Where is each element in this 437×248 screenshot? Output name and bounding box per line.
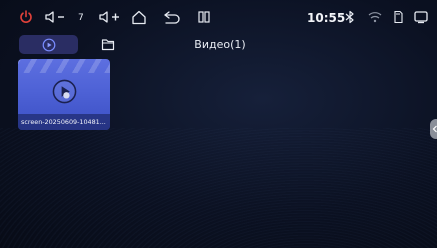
- screen: 7 10:55 Видео(1) screen-20250609-10481..…: [0, 0, 437, 248]
- chevron-left-icon: [432, 125, 437, 133]
- sd-card-icon: [393, 9, 403, 25]
- background-wave: [0, 128, 437, 248]
- volume-level: 7: [78, 13, 84, 23]
- page-title: Видео(1): [194, 38, 246, 51]
- volume-up-icon[interactable]: [98, 9, 122, 25]
- play-circle-icon: [42, 38, 55, 51]
- back-icon[interactable]: [163, 9, 181, 25]
- folder-icon: [101, 39, 115, 51]
- home-icon[interactable]: [131, 9, 147, 25]
- recent-apps-icon[interactable]: [197, 9, 211, 25]
- bluetooth-icon: [343, 9, 357, 25]
- wifi-icon: [368, 9, 382, 25]
- status-bar: 7 10:55: [0, 0, 437, 34]
- film-strip-decoration: [18, 59, 110, 73]
- tab-folder[interactable]: [98, 35, 118, 54]
- window-icon[interactable]: [413, 9, 429, 25]
- side-panel-handle[interactable]: [430, 119, 437, 139]
- volume-down-icon[interactable]: [44, 9, 68, 25]
- play-icon: [52, 79, 77, 104]
- clock: 10:55: [307, 11, 346, 25]
- video-filename: screen-20250609-10481...: [18, 114, 110, 130]
- video-thumbnail[interactable]: screen-20250609-10481...: [18, 59, 110, 130]
- tab-video[interactable]: [19, 35, 78, 54]
- power-icon[interactable]: [18, 9, 34, 25]
